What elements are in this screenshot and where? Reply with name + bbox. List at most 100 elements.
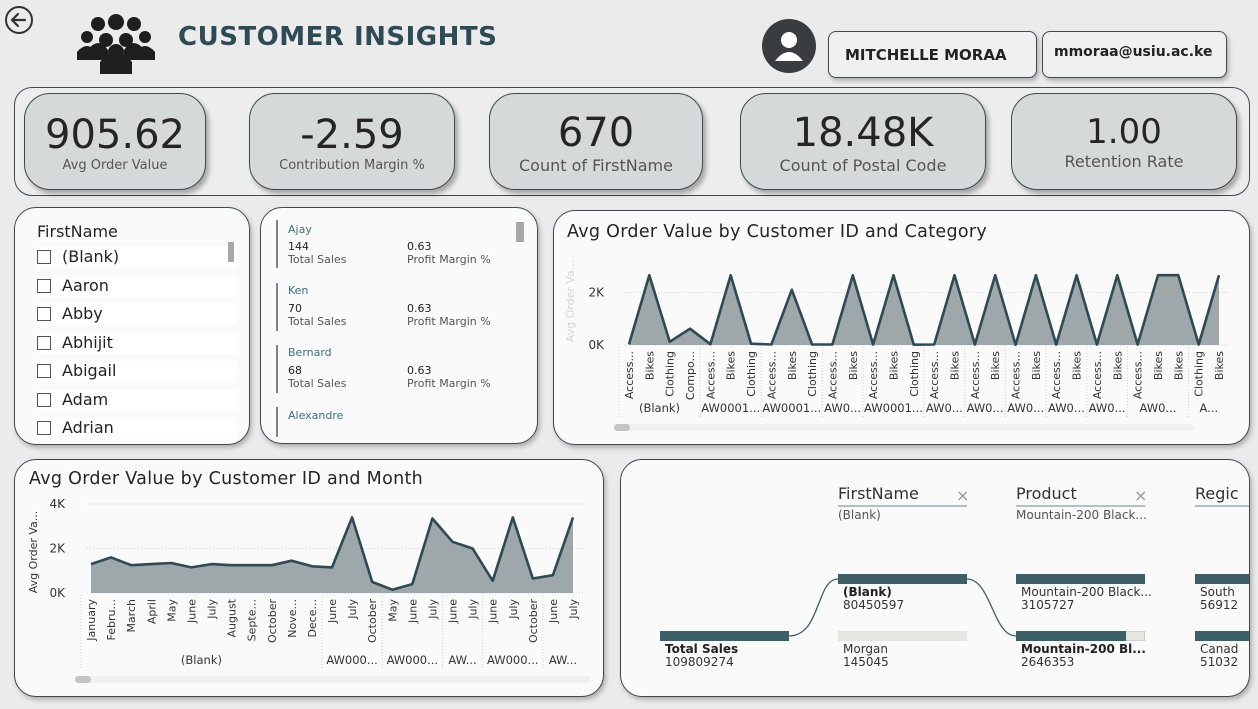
slicer-item-abby[interactable]: Abby	[37, 304, 237, 325]
data-point[interactable]	[789, 287, 795, 293]
data-point[interactable]	[626, 341, 632, 347]
x-tick-label: Access...	[765, 351, 778, 399]
data-point[interactable]	[972, 341, 978, 347]
level-header-region[interactable]: Regic	[1195, 484, 1239, 503]
data-point[interactable]	[992, 272, 998, 278]
close-icon[interactable]: ×	[956, 486, 969, 505]
data-point[interactable]	[768, 341, 774, 347]
x-group-label: AW0...	[1140, 401, 1177, 415]
card-list-scrollbar[interactable]	[516, 222, 524, 242]
data-point[interactable]	[289, 558, 295, 564]
level-header-product[interactable]: Product	[1016, 484, 1077, 503]
slicer-item-adrian[interactable]: Adrian	[37, 418, 237, 439]
data-point[interactable]	[707, 341, 713, 347]
data-point[interactable]	[249, 562, 255, 568]
scrollbar-thumb[interactable]	[614, 424, 630, 431]
data-point[interactable]	[687, 326, 693, 332]
data-point[interactable]	[349, 514, 355, 520]
list-item[interactable]: Bernard 68 Total Sales 0.63 Profit Margi…	[276, 345, 506, 393]
tree-node-root-bar[interactable]	[660, 631, 789, 641]
data-point[interactable]	[229, 562, 235, 568]
checkbox[interactable]	[37, 307, 51, 321]
data-point[interactable]	[148, 561, 154, 567]
list-item[interactable]: Alexandre	[276, 407, 506, 437]
data-point[interactable]	[1135, 341, 1141, 347]
tree-node-product1-bar[interactable]	[1016, 574, 1145, 584]
x-tick-label: April	[145, 599, 158, 624]
data-point[interactable]	[188, 564, 194, 570]
slicer-scrollbar[interactable]	[228, 242, 234, 262]
data-point[interactable]	[470, 546, 476, 552]
data-point[interactable]	[931, 341, 937, 347]
data-point[interactable]	[369, 579, 375, 585]
data-point[interactable]	[490, 578, 496, 584]
tree-node-region1-bar[interactable]	[1195, 574, 1249, 584]
checkbox[interactable]	[37, 421, 51, 435]
data-point[interactable]	[450, 539, 456, 545]
checkbox[interactable]	[37, 336, 51, 350]
data-point[interactable]	[269, 562, 275, 568]
data-point[interactable]	[809, 341, 815, 347]
data-point[interactable]	[1155, 272, 1161, 278]
data-point[interactable]	[728, 272, 734, 278]
slicer-item-adam[interactable]: Adam	[37, 390, 237, 411]
x-tick-label: Bikes	[786, 351, 799, 380]
checkbox[interactable]	[37, 364, 51, 378]
data-point[interactable]	[570, 514, 576, 520]
data-point[interactable]	[1216, 272, 1222, 278]
data-point[interactable]	[128, 562, 134, 568]
data-point[interactable]	[329, 564, 335, 570]
data-point[interactable]	[1053, 341, 1059, 347]
data-point[interactable]	[409, 581, 415, 587]
data-point[interactable]	[890, 272, 896, 278]
data-point[interactable]	[1094, 341, 1100, 347]
data-point[interactable]	[168, 560, 174, 566]
data-point[interactable]	[88, 561, 94, 567]
close-icon[interactable]: ×	[1134, 486, 1147, 505]
level-header-firstname[interactable]: FirstName	[838, 484, 919, 503]
data-point[interactable]	[870, 341, 876, 347]
tree-node-product2-bar[interactable]	[1016, 631, 1126, 641]
data-point[interactable]	[1175, 272, 1181, 278]
checkbox[interactable]	[37, 250, 51, 264]
data-point[interactable]	[829, 341, 835, 347]
checkbox[interactable]	[37, 279, 51, 293]
slicer-item-abigail[interactable]: Abigail	[37, 361, 237, 382]
data-point[interactable]	[389, 587, 395, 593]
tree-node-morgan-bar[interactable]	[838, 631, 967, 641]
back-button[interactable]	[4, 5, 34, 35]
scrollbar-thumb[interactable]	[75, 676, 91, 683]
tree-node-root-label: Total Sales 109809274	[665, 642, 739, 669]
checkbox[interactable]	[37, 393, 51, 407]
data-point[interactable]	[309, 563, 315, 569]
data-point[interactable]	[911, 342, 917, 348]
tree-node-region2-bar[interactable]	[1195, 631, 1249, 641]
slicer-item-abhijit[interactable]: Abhijit	[37, 333, 237, 354]
data-point[interactable]	[550, 572, 556, 578]
x-group-label: AW0001...	[701, 401, 760, 415]
data-point[interactable]	[1074, 272, 1080, 278]
tree-node-blank-bar[interactable]	[838, 574, 967, 584]
data-point[interactable]	[429, 515, 435, 521]
data-point[interactable]	[108, 554, 114, 560]
data-point[interactable]	[748, 341, 754, 347]
data-point[interactable]	[850, 272, 856, 278]
data-point[interactable]	[1013, 342, 1019, 348]
data-point[interactable]	[510, 514, 516, 520]
data-point[interactable]	[530, 576, 536, 582]
x-tick-label: June	[326, 599, 339, 624]
data-point[interactable]	[209, 561, 215, 567]
data-point[interactable]	[667, 339, 673, 345]
tree-node-blank-label: (Blank) 80450597	[843, 585, 905, 612]
slicer-item-aaron[interactable]: Aaron	[37, 276, 237, 297]
slicer-item-blank[interactable]: (Blank)	[37, 247, 237, 268]
data-point[interactable]	[1114, 272, 1120, 278]
data-point[interactable]	[1033, 272, 1039, 278]
horizontal-scrollbar[interactable]	[75, 676, 590, 683]
data-point[interactable]	[646, 272, 652, 278]
data-point[interactable]	[1196, 341, 1202, 347]
horizontal-scrollbar[interactable]	[614, 424, 1194, 431]
list-item[interactable]: Ken 70 Total Sales 0.63 Profit Margin %	[276, 283, 506, 331]
list-item[interactable]: Ajay 144 Total Sales 0.63 Profit Margin …	[276, 220, 506, 268]
data-point[interactable]	[952, 272, 958, 278]
